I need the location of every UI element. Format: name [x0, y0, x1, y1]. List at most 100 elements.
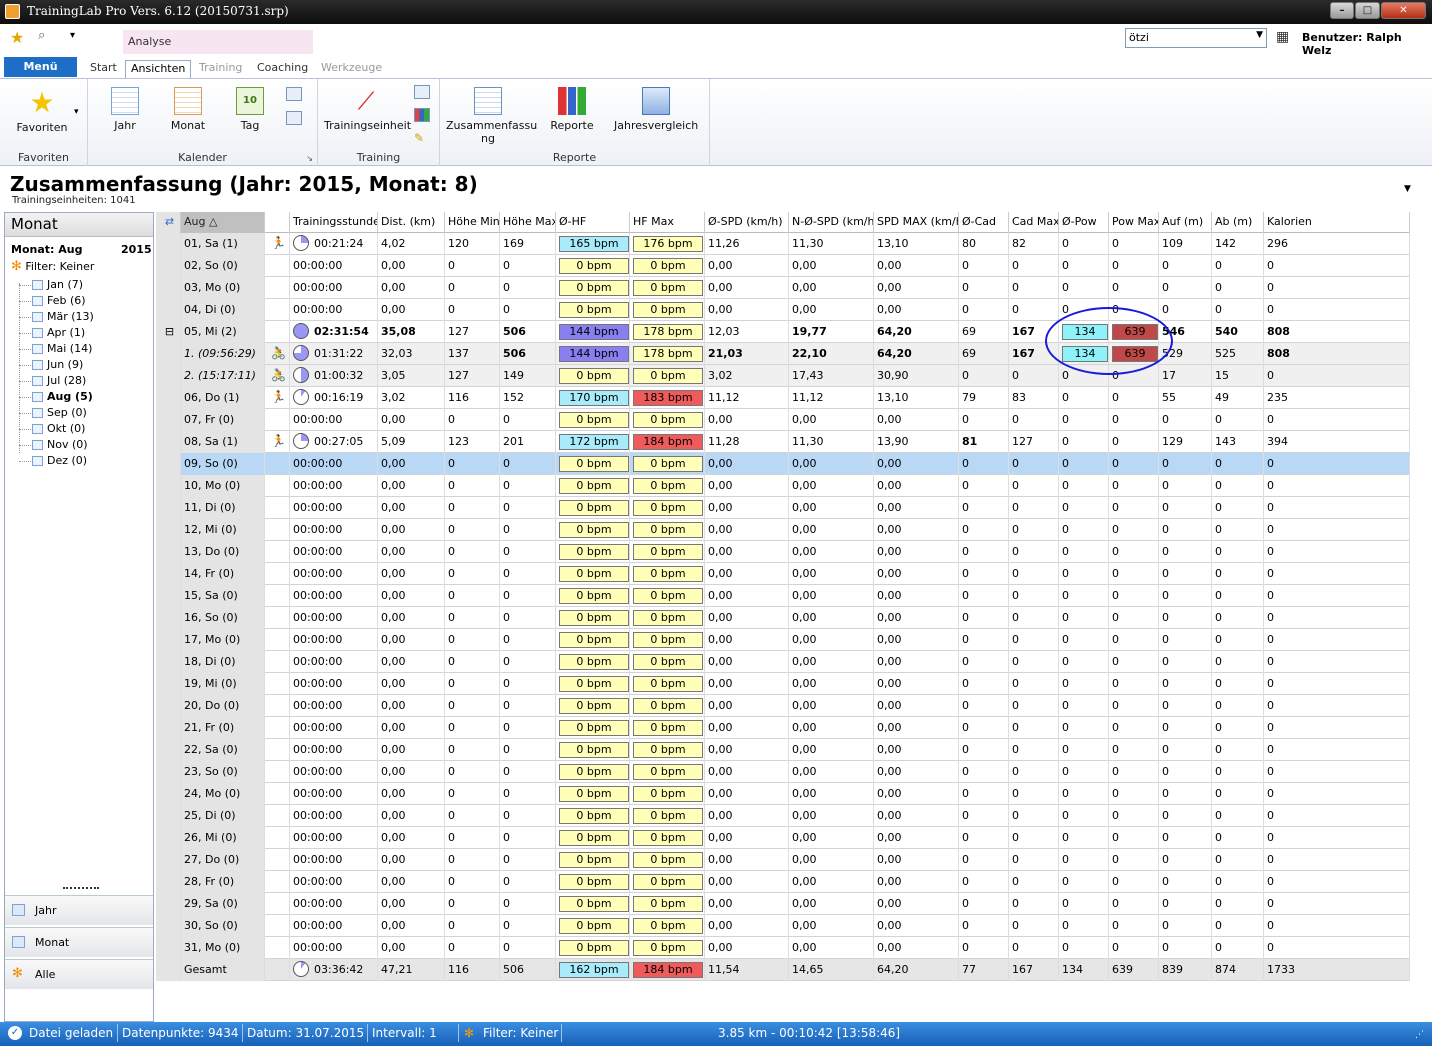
resize-grip-icon[interactable]: ⋰: [1415, 1030, 1424, 1040]
session-row[interactable]: 1. (09:56:29) 🚴 01:31:22 32,03 137 506 144 bpm…: [156, 343, 1410, 365]
row-gutter[interactable]: [156, 255, 181, 277]
row-gutter[interactable]: [156, 717, 181, 739]
table-row[interactable]: 28, Fr (0) 00:00:00 0,00 0 0 0 bpm 0 bpm 0,00 0,…: [156, 871, 1410, 893]
month-item[interactable]: Mai (14): [15, 341, 145, 357]
table-row[interactable]: 30, So (0) 00:00:00 0,00 0 0 0 bpm 0 bpm 0,00 0,…: [156, 915, 1410, 937]
column-header[interactable]: Pow Max: [1109, 212, 1159, 234]
column-header[interactable]: Ø-SPD (km/h): [705, 212, 789, 234]
zusammenfassung-button[interactable]: Zusammenfassu ng: [446, 87, 537, 145]
row-gutter[interactable]: [156, 299, 181, 321]
row-gutter[interactable]: [156, 409, 181, 431]
column-header[interactable]: Ø-Cad: [959, 212, 1009, 234]
chevron-down-icon[interactable]: ▼: [1404, 184, 1411, 194]
table-row[interactable]: 04, Di (0) 00:00:00 0,00 0 0 0 bpm 0 bpm 0,00 0,…: [156, 299, 1410, 321]
row-gutter[interactable]: [156, 761, 181, 783]
column-header-aug[interactable]: Aug △: [181, 212, 265, 234]
month-item[interactable]: Mär (13): [15, 309, 145, 325]
table-row[interactable]: 23, So (0) 00:00:00 0,00 0 0 0 bpm 0 bpm 0,00 0,…: [156, 761, 1410, 783]
close-button[interactable]: ✕: [1381, 2, 1426, 19]
bar-chart-icon[interactable]: [414, 108, 430, 122]
row-gutter[interactable]: [156, 695, 181, 717]
row-gutter[interactable]: [156, 959, 181, 981]
row-gutter[interactable]: [156, 475, 181, 497]
table-row[interactable]: 13, Do (0) 00:00:00 0,00 0 0 0 bpm 0 bpm 0,00 0,…: [156, 541, 1410, 563]
column-header[interactable]: Höhe Max: [500, 212, 556, 234]
row-gutter[interactable]: [156, 365, 181, 387]
column-header[interactable]: Ø-HF: [556, 212, 630, 234]
minimize-button[interactable]: –: [1330, 2, 1354, 19]
row-gutter[interactable]: [156, 937, 181, 959]
chevron-down-icon[interactable]: ▾: [74, 107, 79, 117]
row-gutter[interactable]: [156, 915, 181, 937]
table-row[interactable]: 17, Mo (0) 00:00:00 0,00 0 0 0 bpm 0 bpm 0,00 0,…: [156, 629, 1410, 651]
maximize-button[interactable]: □: [1355, 2, 1380, 19]
row-gutter[interactable]: [156, 519, 181, 541]
column-header[interactable]: Dist. (km): [378, 212, 445, 234]
row-gutter[interactable]: [156, 233, 181, 255]
row-gutter[interactable]: [156, 277, 181, 299]
total-row[interactable]: Gesamt 03:36:42 47,21 116 506 162 bpm 184 bpm 1…: [156, 959, 1410, 981]
table-row[interactable]: 03, Mo (0) 00:00:00 0,00 0 0 0 bpm 0 bpm 0,00 0,…: [156, 277, 1410, 299]
row-gutter[interactable]: ⊟: [156, 321, 181, 343]
table-row[interactable]: 14, Fr (0) 00:00:00 0,00 0 0 0 bpm 0 bpm 0,00 0,…: [156, 563, 1410, 585]
row-gutter[interactable]: [156, 871, 181, 893]
table-row[interactable]: 09, So (0) 00:00:00 0,00 0 0 0 bpm 0 bpm 0,00 0,…: [156, 453, 1410, 475]
table-row[interactable]: 29, Sa (0) 00:00:00 0,00 0 0 0 bpm 0 bpm 0,00 0,…: [156, 893, 1410, 915]
search-icon[interactable]: ⌕: [38, 28, 45, 43]
row-gutter[interactable]: [156, 607, 181, 629]
row-gutter[interactable]: [156, 563, 181, 585]
month-item[interactable]: Feb (6): [15, 293, 145, 309]
table-row[interactable]: 01, Sa (1) 🏃 00:21:24 4,02 120 169 165 bpm 176 …: [156, 233, 1410, 255]
table-row[interactable]: 22, Sa (0) 00:00:00 0,00 0 0 0 bpm 0 bpm 0,00 0,…: [156, 739, 1410, 761]
column-header[interactable]: Cad Max: [1009, 212, 1059, 234]
table-row[interactable]: 08, Sa (1) 🏃 00:27:05 5,09 123 201 172 bpm 184 …: [156, 431, 1410, 453]
column-header[interactable]: Ø-Pow: [1059, 212, 1109, 234]
row-gutter[interactable]: [156, 827, 181, 849]
table-row[interactable]: 18, Di (0) 00:00:00 0,00 0 0 0 bpm 0 bpm 0,00 0,…: [156, 651, 1410, 673]
tab-coaching[interactable]: Coaching: [252, 60, 313, 78]
reporte-button[interactable]: Reporte: [548, 87, 596, 132]
table-row[interactable]: 25, Di (0) 00:00:00 0,00 0 0 0 bpm 0 bpm 0,00 0,…: [156, 805, 1410, 827]
tab-werkzeuge[interactable]: Werkzeuge: [316, 60, 387, 78]
month-item[interactable]: Jun (9): [15, 357, 145, 373]
month-item[interactable]: Sep (0): [15, 405, 145, 421]
row-gutter[interactable]: [156, 673, 181, 695]
column-header[interactable]: Trainingsstunden: [290, 212, 378, 234]
row-gutter[interactable]: [156, 739, 181, 761]
column-chooser-icon[interactable]: ⇄: [156, 212, 181, 234]
table-row[interactable]: ⊟ 05, Mi (2) 02:31:54 35,08 127 506 144 bpm 178…: [156, 321, 1410, 343]
row-gutter[interactable]: [156, 629, 181, 651]
table-row[interactable]: 10, Mo (0) 00:00:00 0,00 0 0 0 bpm 0 bpm 0,00 0,…: [156, 475, 1410, 497]
nav-alle[interactable]: ✻ Alle: [5, 959, 153, 989]
user-select[interactable]: ötzi ▼: [1125, 28, 1267, 48]
table-row[interactable]: 06, Do (1) 🏃 00:16:19 3,02 116 152 170 bpm 183 …: [156, 387, 1410, 409]
column-header[interactable]: SPD MAX (km/h): [874, 212, 959, 234]
month-item[interactable]: Jan (7): [15, 277, 145, 293]
session-row[interactable]: 2. (15:17:11) 🚴 01:00:32 3,05 127 149 0 bpm 0 b…: [156, 365, 1410, 387]
list-view-icon[interactable]: [286, 87, 302, 101]
table-row[interactable]: 07, Fr (0) 00:00:00 0,00 0 0 0 bpm 0 bpm 0,00 0,…: [156, 409, 1410, 431]
month-item[interactable]: Apr (1): [15, 325, 145, 341]
table-row[interactable]: 31, Mo (0) 00:00:00 0,00 0 0 0 bpm 0 bpm 0,00 0,…: [156, 937, 1410, 959]
jahresvergleich-button[interactable]: Jahresvergleich: [614, 87, 698, 132]
column-header[interactable]: Höhe Min: [445, 212, 500, 234]
table-row[interactable]: 15, Sa (0) 00:00:00 0,00 0 0 0 bpm 0 bpm 0,00 0,…: [156, 585, 1410, 607]
export-icon[interactable]: [414, 85, 430, 99]
edit-icon[interactable]: ✎: [414, 131, 430, 145]
jahr-button[interactable]: Jahr: [108, 87, 142, 132]
nav-jahr[interactable]: Jahr: [5, 895, 153, 925]
trainingseinheit-button[interactable]: ⟋ Trainingseinheit: [324, 87, 411, 132]
table-row[interactable]: 16, So (0) 00:00:00 0,00 0 0 0 bpm 0 bpm 0,00 0,…: [156, 607, 1410, 629]
month-item[interactable]: Dez (0): [15, 453, 145, 469]
tab-ansichten[interactable]: Ansichten: [125, 60, 192, 79]
table-row[interactable]: 11, Di (0) 00:00:00 0,00 0 0 0 bpm 0 bpm 0,00 0,…: [156, 497, 1410, 519]
table-row[interactable]: 27, Do (0) 00:00:00 0,00 0 0 0 bpm 0 bpm 0,00 0,…: [156, 849, 1410, 871]
table-row[interactable]: 12, Mi (0) 00:00:00 0,00 0 0 0 bpm 0 bpm 0,00 0,…: [156, 519, 1410, 541]
row-gutter[interactable]: [156, 453, 181, 475]
star-icon[interactable]: ★: [10, 28, 24, 47]
nav-monat[interactable]: Monat: [5, 927, 153, 957]
table-row[interactable]: 26, Mi (0) 00:00:00 0,00 0 0 0 bpm 0 bpm 0,00 0,…: [156, 827, 1410, 849]
monat-button[interactable]: Monat: [170, 87, 206, 132]
row-gutter[interactable]: [156, 431, 181, 453]
column-header[interactable]: Ab (m): [1212, 212, 1264, 234]
